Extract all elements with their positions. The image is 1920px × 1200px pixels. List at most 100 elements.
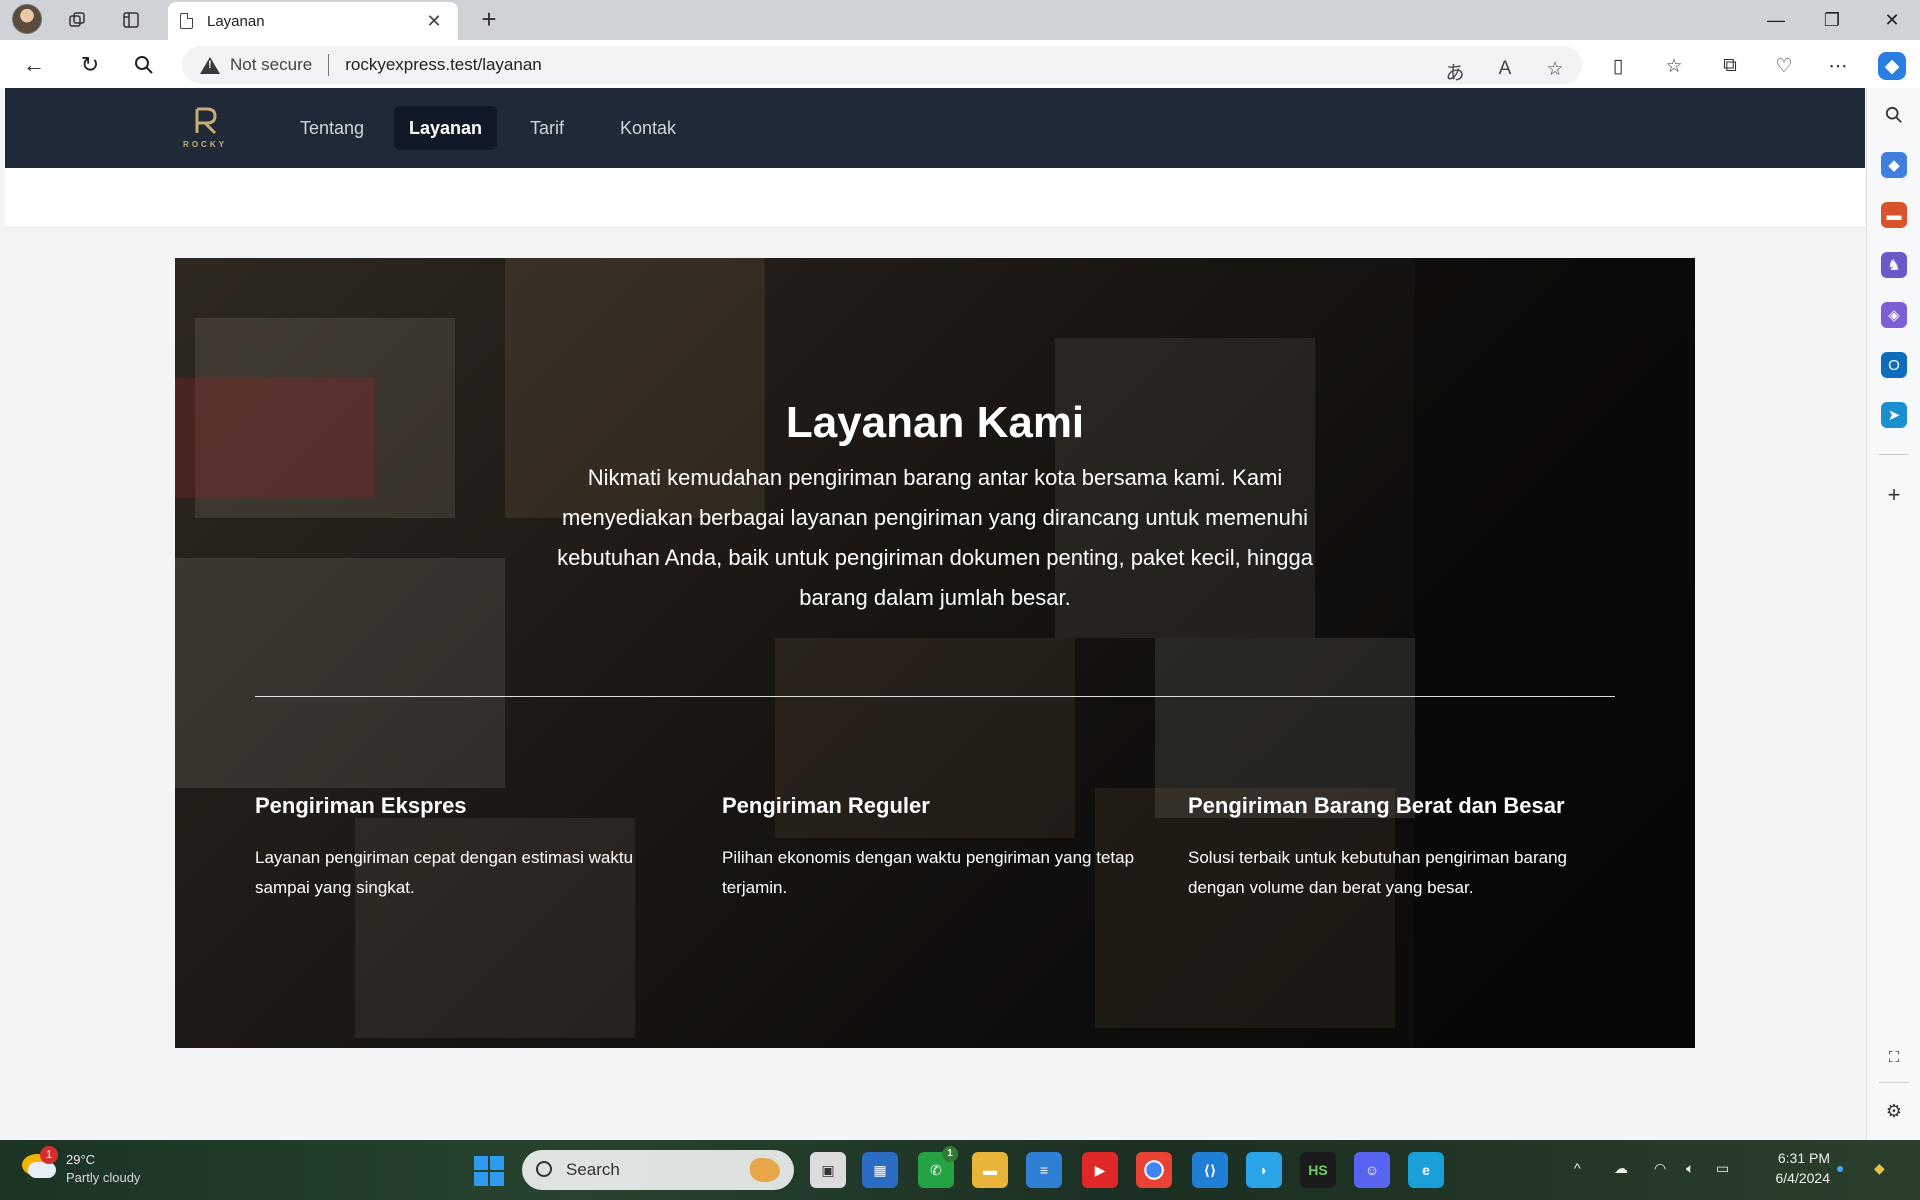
address-separator <box>328 54 330 76</box>
header-band <box>5 168 1865 228</box>
whatsapp-icon[interactable]: ✆ 1 <box>918 1146 958 1188</box>
more-menu-icon[interactable]: ⋯ <box>1824 52 1852 80</box>
service-card-ekspres: Pengiriman Ekspres Layanan pengiriman ce… <box>255 793 675 903</box>
clock-time: 6:31 PM <box>1777 1150 1830 1166</box>
magnifier-icon <box>135 56 153 74</box>
tools-icon[interactable]: ▬ <box>1881 202 1907 228</box>
notepad-icon[interactable]: ≡ <box>1026 1152 1062 1188</box>
weather-temperature: 29°C <box>66 1152 96 1167</box>
rocky-logo-mark <box>195 107 217 135</box>
battery-icon[interactable]: ▭ <box>1716 1160 1729 1177</box>
nav-kontak[interactable]: Kontak <box>605 106 691 150</box>
favorites-icon[interactable]: ☆ <box>1660 52 1688 80</box>
page-icon <box>180 13 193 29</box>
section-divider <box>255 696 1615 697</box>
sidebar-divider <box>1879 454 1909 455</box>
service-title: Pengiriman Barang Berat dan Besar <box>1188 793 1565 818</box>
search-button[interactable] <box>128 49 160 81</box>
wifi-icon[interactable]: ◠ <box>1654 1160 1666 1177</box>
warning-icon <box>200 56 220 74</box>
restore-button[interactable]: ❐ <box>1804 0 1860 40</box>
weather-widget[interactable]: 1 29°C Partly cloudy <box>22 1146 162 1192</box>
page-title: Layanan Kami <box>785 398 1085 447</box>
vscode-icon[interactable]: ⟨⟩ <box>1192 1152 1228 1188</box>
copilot-taskbar-icon[interactable]: ◆ <box>1874 1160 1885 1177</box>
tab-layanan[interactable]: Layanan ✕ <box>168 2 458 40</box>
copilot-icon[interactable]: ◆ <box>1878 52 1906 80</box>
notifications-icon[interactable]: ● <box>1836 1160 1844 1176</box>
task-view-icon[interactable]: ▣ <box>810 1152 846 1188</box>
microsoft-store-icon[interactable]: ▦ <box>862 1152 898 1188</box>
chrome-icon[interactable] <box>1136 1152 1172 1188</box>
nav-tentang[interactable]: Tentang <box>285 106 379 150</box>
service-description: Pilihan ekonomis dengan waktu pengiriman… <box>722 848 1135 897</box>
service-title: Pengiriman Ekspres <box>255 793 467 818</box>
service-card-barang-berat: Pengiriman Barang Berat dan Besar Solusi… <box>1188 793 1608 903</box>
service-title: Pengiriman Reguler <box>722 793 930 818</box>
logo-text: ROCKY <box>183 140 227 149</box>
bg-box <box>175 558 505 788</box>
new-tab-button[interactable]: + <box>474 4 504 34</box>
weather-condition: Partly cloudy <box>66 1170 141 1185</box>
screenshot-icon[interactable]: ⛶ <box>1881 1044 1907 1070</box>
vertical-tabs-icon[interactable] <box>116 5 146 35</box>
workspaces-icon[interactable] <box>62 5 92 35</box>
bg-shadow <box>1415 258 1695 1048</box>
system-clock[interactable]: 6:31 PM 6/4/2024 <box>1740 1148 1831 1188</box>
shopping-tag-icon[interactable]: ◆ <box>1881 152 1907 178</box>
site-navbar: ROCKY Tentang Layanan Tarif Kontak <box>5 88 1865 168</box>
search-highlight-icon <box>750 1158 780 1182</box>
address-bar[interactable]: Not secure rockyexpress.test/layanan あ A… <box>182 46 1582 84</box>
profile-avatar[interactable] <box>12 4 42 34</box>
file-explorer-icon[interactable]: ▬ <box>972 1152 1008 1188</box>
edge-icon[interactable]: e <box>1408 1152 1444 1188</box>
collections-icon[interactable]: ⧉ <box>1716 52 1744 80</box>
onedrive-icon[interactable]: ☁ <box>1614 1160 1628 1177</box>
tray-overflow-icon[interactable]: ^ <box>1574 1160 1581 1176</box>
back-button[interactable]: ← <box>18 49 50 81</box>
minimize-button[interactable]: — <box>1748 0 1804 40</box>
refresh-button[interactable]: ↻ <box>74 49 106 81</box>
edge-sidebar: ◆ ▬ ♞ ◈ O ➤ + ⛶ ⚙ <box>1866 88 1920 1140</box>
service-card-reguler: Pengiriman Reguler Pilihan ekonomis deng… <box>722 793 1142 903</box>
clock-date: 6/4/2024 <box>1775 1170 1831 1186</box>
split-screen-icon[interactable]: ▯ <box>1604 52 1632 80</box>
favorite-star-icon[interactable]: ☆ <box>1542 58 1568 81</box>
taskbar-search[interactable]: Search <box>522 1150 794 1190</box>
tab-title: Layanan <box>207 12 265 30</box>
security-label[interactable]: Not secure <box>230 55 312 75</box>
bird-app-icon[interactable]: ◗ <box>1246 1152 1282 1188</box>
games-icon[interactable]: ♞ <box>1881 252 1907 278</box>
service-description: Solusi terbaik untuk kebutuhan pengirima… <box>1188 848 1567 897</box>
hs-app-icon[interactable]: HS <box>1300 1152 1336 1188</box>
browser-tab-bar: Layanan ✕ + — ❐ ✕ <box>0 0 1920 40</box>
youtube-icon[interactable]: ▶ <box>1082 1152 1118 1188</box>
web-page: ROCKY Tentang Layanan Tarif Kontak Layan… <box>5 88 1865 1140</box>
close-window-button[interactable]: ✕ <box>1864 0 1920 40</box>
taskbar-search-placeholder: Search <box>566 1160 620 1179</box>
weather-badge: 1 <box>40 1146 58 1164</box>
nav-layanan[interactable]: Layanan <box>394 106 498 150</box>
nav-tarif[interactable]: Tarif <box>515 106 579 150</box>
sidebar-search-icon[interactable] <box>1881 102 1907 128</box>
microsoft-365-icon[interactable]: ◈ <box>1881 302 1907 328</box>
volume-icon[interactable]: 🔈︎ <box>1686 1160 1694 1177</box>
browser-toolbar: ← ↻ Not secure rockyexpress.test/layanan… <box>0 40 1920 88</box>
discord-icon[interactable]: ☺ <box>1354 1152 1390 1188</box>
translate-icon[interactable]: あ <box>1442 58 1468 85</box>
sidebar-divider <box>1879 1082 1909 1083</box>
site-logo[interactable]: ROCKY <box>175 106 235 152</box>
outlook-icon[interactable]: O <box>1881 352 1907 378</box>
read-aloud-icon[interactable]: A <box>1492 58 1518 80</box>
url-text[interactable]: rockyexpress.test/layanan <box>345 55 542 75</box>
start-button[interactable] <box>474 1156 504 1186</box>
services-hero: Layanan Kami Nikmati kemudahan pengirima… <box>175 258 1695 1048</box>
search-icon <box>536 1161 552 1177</box>
windows-taskbar: 1 29°C Partly cloudy Search ▣ ▦ ✆ 1 ▬ ≡ ▶… <box>0 1140 1920 1200</box>
browser-essentials-icon[interactable]: ♡ <box>1770 52 1798 80</box>
cloud-icon <box>28 1162 56 1178</box>
send-icon[interactable]: ➤ <box>1881 402 1907 428</box>
add-sidebar-app-icon[interactable]: + <box>1881 482 1907 508</box>
close-tab-icon[interactable]: ✕ <box>422 11 446 32</box>
sidebar-settings-icon[interactable]: ⚙ <box>1881 1098 1907 1124</box>
